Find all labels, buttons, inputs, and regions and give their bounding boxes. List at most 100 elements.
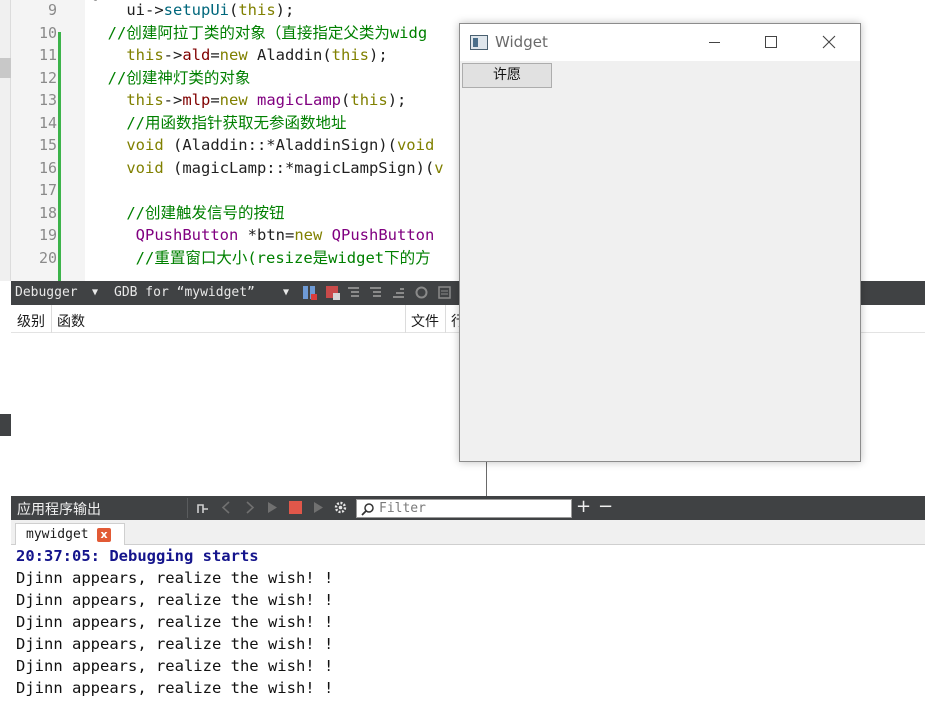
code-token: //用函数指针获取无参函数地址 (89, 113, 347, 132)
code-line: this->ald=new Aladdin(this); (89, 44, 388, 66)
gear-icon[interactable] (333, 500, 348, 515)
output-line: Djinn appears, realize the wish! ! (16, 613, 334, 631)
attach-icon[interactable] (195, 500, 210, 515)
code-token: = (210, 46, 220, 64)
widget-window[interactable]: Widget 许愿 (459, 23, 861, 462)
code-token: void (126, 158, 164, 177)
line-number: 10 (38, 23, 57, 42)
filter-input[interactable]: Filter (356, 499, 572, 518)
line-number: 17 (38, 181, 57, 199)
code-line: //创建神灯类的对象 (89, 67, 251, 89)
stop-icon[interactable] (288, 500, 303, 515)
code-token: //创建神灯类的对象 (89, 68, 251, 87)
code-line: ui->setupUi(this); (89, 0, 294, 21)
column-divider (405, 305, 406, 333)
debug-continue-icon[interactable] (302, 285, 317, 300)
line-number: 18 (38, 203, 57, 222)
code-line: void (Aladdin::*AladdinSign)(void (89, 134, 434, 156)
code-line: //创建阿拉丁类的对象（直接指定父类为widg (89, 22, 428, 44)
code-token: this (350, 91, 388, 109)
column-file[interactable]: 文件 (411, 311, 439, 331)
code-line: this->mlp=new magicLamp(this); (89, 89, 406, 111)
code-token: ); (369, 46, 388, 64)
debug-run-icon[interactable] (311, 500, 326, 515)
code-token: ); (387, 91, 407, 109)
column-divider (445, 305, 446, 333)
operate-by-instruction-icon[interactable] (437, 285, 452, 300)
output-toolbar: 应用程序输出 Filter + − (11, 496, 925, 520)
output-line: Djinn appears, realize the wish! ! (16, 657, 334, 675)
mode-sidebar (0, 0, 11, 281)
code-line: //重置窗口大小(resize是widget下的方 (89, 247, 431, 269)
restart-icon[interactable] (414, 285, 429, 300)
code-token: -> (163, 91, 183, 109)
chevron-down-icon[interactable]: ▼ (92, 287, 98, 298)
code-token: = (210, 91, 220, 109)
tab-label: mywidget (26, 527, 89, 542)
code-token: this (331, 46, 369, 64)
side-panel-toggle[interactable] (0, 414, 11, 436)
chevron-right-icon[interactable] (242, 500, 257, 515)
app-window-icon (470, 35, 488, 50)
run-icon[interactable] (265, 500, 280, 515)
line-number: 9 (47, 1, 57, 19)
code-token: *btn= (238, 226, 295, 244)
code-token: void (126, 136, 164, 154)
code-token: void (396, 136, 435, 154)
line-number: 14 (38, 113, 57, 132)
add-output-button[interactable]: + (576, 496, 591, 517)
column-level[interactable]: 级别 (17, 311, 45, 331)
tab-mywidget[interactable]: mywidget x (15, 523, 125, 546)
code-token: new (219, 91, 248, 109)
chevron-down-icon[interactable]: ▼ (283, 287, 289, 298)
close-icon[interactable] (806, 24, 852, 61)
filter-placeholder: Filter (379, 501, 426, 516)
remove-output-button[interactable]: − (598, 496, 613, 517)
code-line: //用函数指针获取无参函数地址 (89, 112, 347, 134)
step-over-icon[interactable] (346, 285, 361, 300)
line-number: 19 (38, 226, 57, 244)
code-token: ( (341, 91, 351, 109)
application-output[interactable]: 20:37:05: Debugging starts Djinn appears… (11, 545, 925, 719)
output-line: Djinn appears, realize the wish! ! (16, 635, 334, 653)
line-number: 11 (38, 46, 57, 64)
code-line: void (magicLamp::*magicLampSign)(v (89, 157, 444, 179)
code-token: //创建触发信号的按钮 (89, 203, 285, 222)
line-number: 15 (38, 136, 57, 154)
step-into-icon[interactable] (368, 285, 383, 300)
engine-select[interactable]: GDB for “mywidget” (114, 285, 255, 300)
maximize-icon[interactable] (748, 24, 794, 61)
code-token: mlp (182, 91, 211, 109)
wish-button[interactable]: 许愿 (462, 63, 552, 88)
debugger-mode-select[interactable]: Debugger (15, 285, 78, 300)
mode-sidebar-marker (0, 58, 11, 78)
column-function[interactable]: 函数 (57, 311, 85, 331)
toolbar-separator (187, 498, 188, 518)
code-token: (magicLamp::*magicLampSign)( (163, 158, 435, 177)
step-out-icon[interactable] (391, 285, 406, 300)
line-number: 16 (38, 158, 57, 177)
code-token: ); (275, 1, 295, 19)
code-token: Aladdin( (247, 46, 332, 64)
debug-stop-icon[interactable] (325, 285, 340, 300)
code-token: setupUi (163, 1, 229, 19)
code-token: v (434, 158, 444, 177)
chevron-left-icon[interactable] (219, 500, 234, 515)
code-token: //创建阿拉丁类的对象（直接指定父类为widg (89, 23, 428, 42)
code-token: this (126, 46, 164, 64)
search-icon (361, 503, 374, 516)
code-line: //创建触发信号的按钮 (89, 202, 285, 224)
close-icon[interactable]: x (97, 528, 111, 542)
code-token: this (238, 1, 276, 19)
window-titlebar[interactable]: Widget (460, 24, 860, 61)
code-token: magicLamp (257, 91, 342, 109)
output-line: Djinn appears, realize the wish! ! (16, 591, 334, 609)
code-token: QPushButton (331, 226, 435, 244)
change-marker-bar (58, 32, 61, 281)
minimize-icon[interactable] (691, 24, 737, 61)
